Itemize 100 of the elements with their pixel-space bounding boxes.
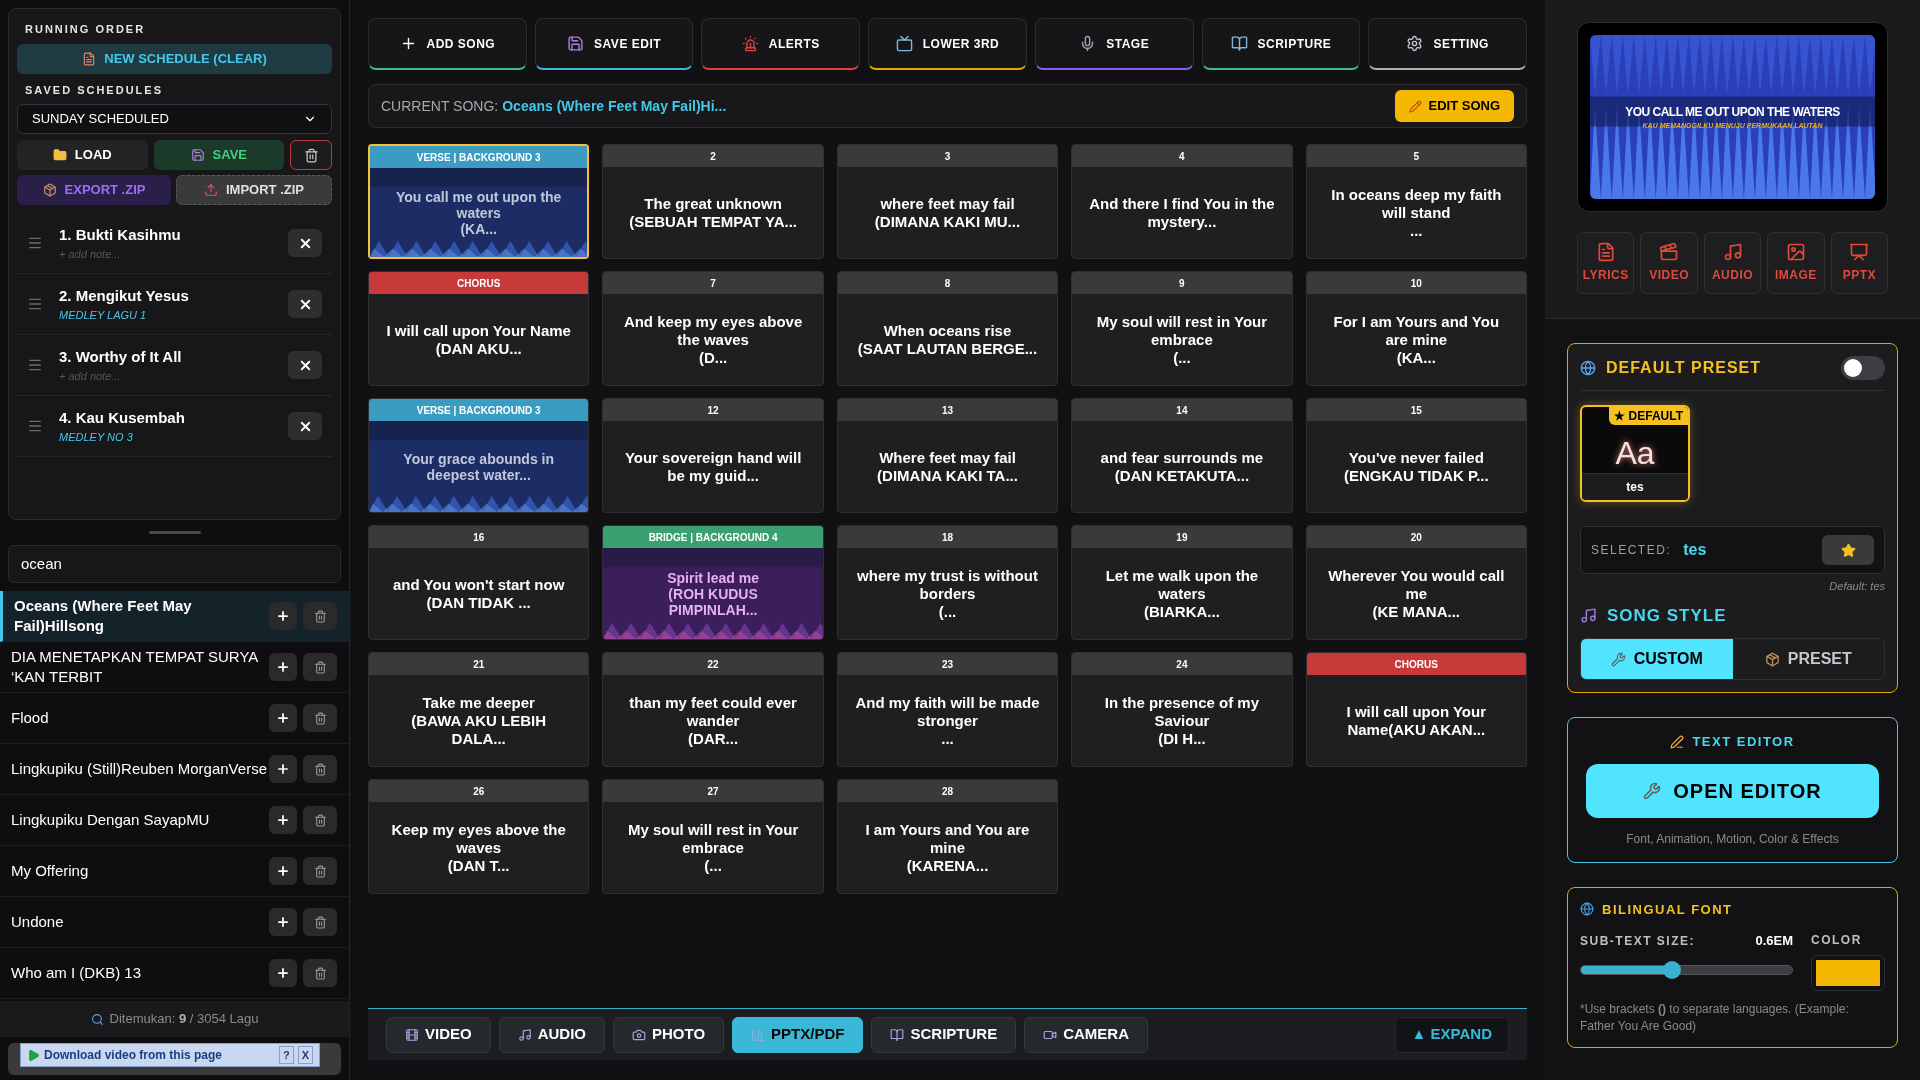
preset-tile[interactable]: ★ DEFAULT Aa tes — [1580, 405, 1690, 502]
schedule-item[interactable]: 1. Bukti Kasihmu + add note... — [17, 213, 332, 274]
media-tab[interactable]: CAMERA — [1024, 1016, 1148, 1053]
add-button[interactable] — [269, 806, 297, 834]
slide-card[interactable]: 16 and You won't start now (DAN TIDAK ... — [368, 525, 590, 640]
remove-button[interactable] — [288, 290, 322, 318]
song-result[interactable]: DIA MENETAPKAN TEMPAT SURYA ‘KAN TERBIT — [0, 642, 349, 693]
slide-card[interactable]: 2 The great unknown (SEBUAH TEMPAT YA... — [602, 144, 824, 259]
toolbar-button[interactable]: ADD SONG — [368, 18, 527, 70]
resize-handle[interactable] — [148, 531, 201, 534]
slide-card[interactable]: 28 I am Yours and You are mine (KARENA... — [836, 779, 1059, 894]
media-button[interactable]: VIDEO — [1640, 232, 1698, 294]
open-editor-button[interactable]: OPEN EDITOR — [1586, 763, 1879, 818]
slide-card[interactable]: 15 You've never failed (ENGKAU TIDAK P... — [1305, 398, 1527, 513]
help-button[interactable]: ? — [278, 1045, 294, 1065]
add-button[interactable] — [269, 602, 297, 630]
schedule-select[interactable]: SUNDAY SCHEDULED — [17, 104, 332, 134]
edit-song-button[interactable]: EDIT SONG — [1395, 90, 1514, 122]
media-tab[interactable]: SCRIPTURE — [871, 1016, 1017, 1053]
slider-thumb[interactable] — [1662, 960, 1681, 979]
slide-card[interactable]: 19 Let me walk upon the waters (BIARKA... — [1071, 525, 1293, 640]
song-result[interactable]: Flood — [0, 693, 349, 744]
toolbar-button[interactable]: SETTING — [1368, 18, 1528, 70]
media-tab[interactable]: AUDIO — [498, 1016, 606, 1053]
song-result[interactable]: My Offering — [0, 846, 349, 897]
slide-card[interactable]: CHORUS I will call upon Your Name(AKU AKAN... — [1305, 652, 1527, 767]
delete-button[interactable] — [303, 908, 337, 936]
delete-button[interactable] — [303, 806, 337, 834]
add-button[interactable] — [269, 959, 297, 987]
download-toast[interactable]: Download video from this page ? X — [20, 1043, 320, 1067]
slide-card[interactable]: 23 And my faith will be made stronger ... — [836, 652, 1059, 767]
add-button[interactable] — [269, 908, 297, 936]
toolbar-button[interactable]: ALERTS — [701, 18, 861, 70]
slide-card[interactable]: 24 In the presence of my Saviour (DI H... — [1071, 652, 1293, 767]
add-button[interactable] — [269, 857, 297, 885]
slide-card[interactable]: 9 My soul will rest in Your embrace (... — [1071, 271, 1293, 386]
remove-button[interactable] — [288, 412, 322, 440]
media-button[interactable]: PPTX — [1830, 232, 1889, 294]
slide-card[interactable]: 10 For I am Yours and You are mine (KA... — [1305, 271, 1527, 386]
slide-card[interactable]: 21 Take me deeper (BAWA AKU LEBIH DALA... — [368, 652, 590, 767]
delete-button[interactable] — [303, 704, 337, 732]
slide-card[interactable]: VERSE | BACKGROUND 3 Your grace abounds in deepest water... — [368, 398, 590, 513]
schedule-item[interactable]: 3. Worthy of It All + add note... — [17, 335, 332, 396]
delete-button[interactable] — [303, 857, 337, 885]
song-result[interactable]: Lingkupiku (Still)Reuben MorganVerse — [0, 744, 349, 795]
slide-card[interactable]: 5 In oceans deep my faith will stand ... — [1305, 144, 1527, 259]
expand-button[interactable]: ▲ EXPAND — [1394, 1016, 1509, 1053]
export-zip-button[interactable]: EXPORT .ZIP — [17, 175, 171, 205]
load-button[interactable]: LOAD — [17, 140, 148, 170]
song-result[interactable]: Lingkupiku Dengan SayapMU — [0, 795, 349, 846]
song-result[interactable]: Oceans (Where Feet May Fail)Hillsong — [0, 591, 349, 642]
media-tab[interactable]: PHOTO — [613, 1016, 725, 1053]
slide-card[interactable]: 12 Your sovereign hand will be my guid... — [602, 398, 824, 513]
slide-card[interactable]: 14 and fear surrounds me (DAN KETAKUTA... — [1071, 398, 1293, 513]
slide-card[interactable]: 26 Keep my eyes above the waves (DAN T... — [368, 779, 590, 894]
toolbar-button[interactable]: LOWER 3RD — [868, 18, 1027, 70]
add-button[interactable] — [269, 653, 297, 681]
slide-card[interactable]: 20 Wherever You would call me (KE MANA... — [1305, 525, 1527, 640]
toggle-switch[interactable] — [1841, 356, 1885, 380]
delete-button[interactable] — [303, 755, 337, 783]
media-button[interactable]: IMAGE — [1767, 232, 1825, 294]
delete-button[interactable] — [303, 602, 337, 630]
close-button[interactable]: X — [297, 1045, 313, 1065]
remove-button[interactable] — [288, 351, 322, 379]
delete-button[interactable] — [290, 140, 332, 170]
save-button[interactable]: SAVE — [153, 140, 284, 170]
slide-card[interactable]: 13 Where feet may fail (DIMANA KAKI TA... — [836, 398, 1059, 513]
delete-button[interactable] — [303, 653, 337, 681]
add-button[interactable] — [269, 704, 297, 732]
song-result[interactable]: Undone — [0, 897, 349, 948]
import-zip-button[interactable]: IMPORT .ZIP — [176, 175, 332, 205]
slide-card[interactable]: BRIDGE | BACKGROUND 4 Spirit lead me (ROH KUDUS PIMPINLAH... — [602, 525, 824, 640]
media-tab[interactable]: PPTX/PDF — [732, 1016, 864, 1053]
toolbar-button[interactable]: SAVE EDIT — [534, 18, 694, 70]
color-swatch[interactable] — [1816, 960, 1880, 986]
slide-text: Your grace abounds in deepest water... — [402, 450, 555, 483]
slide-card[interactable]: 7 And keep my eyes above the waves (D... — [602, 271, 824, 386]
slide-card[interactable]: CHORUS I will call upon Your Name (DAN AKU... — [368, 271, 590, 386]
toolbar-button[interactable]: SCRIPTURE — [1201, 18, 1361, 70]
song-result[interactable]: Who am I (DKB) 13 — [0, 948, 349, 999]
slide-card[interactable]: 8 When oceans rise (SAAT LAUTAN BERGE... — [836, 271, 1059, 386]
schedule-item[interactable]: 4. Kau Kusembah MEDLEY NO 3 — [17, 396, 332, 457]
remove-button[interactable] — [288, 229, 322, 257]
slide-card[interactable]: 27 My soul will rest in Your embrace (... — [602, 779, 824, 894]
slide-card[interactable]: 18 where my trust is without borders (... — [836, 525, 1059, 640]
slide-card[interactable]: 22 than my feet could ever wander (DAR... — [602, 652, 824, 767]
add-button[interactable] — [269, 755, 297, 783]
new-schedule-button[interactable]: NEW SCHEDULE (CLEAR) — [17, 43, 332, 74]
style-tab[interactable]: CUSTOM — [1581, 639, 1733, 679]
slide-card[interactable]: 3 where feet may fail (DIMANA KAKI MU... — [836, 144, 1059, 259]
media-button[interactable]: LYRICS — [1577, 232, 1635, 294]
search-field[interactable]: ocean — [8, 545, 341, 583]
media-button[interactable]: AUDIO — [1703, 232, 1762, 294]
slide-card[interactable]: 4 And there I find You in the mystery... — [1071, 144, 1293, 259]
delete-button[interactable] — [303, 959, 337, 987]
schedule-item[interactable]: 2. Mengikut Yesus MEDLEY LAGU 1 — [17, 274, 332, 335]
set-default-button[interactable] — [1822, 535, 1874, 565]
toolbar-button[interactable]: STAGE — [1034, 18, 1194, 70]
media-tab[interactable]: VIDEO — [386, 1016, 491, 1053]
slide-card[interactable]: VERSE | BACKGROUND 3 You call me out upon the waters (KA... — [368, 144, 590, 259]
